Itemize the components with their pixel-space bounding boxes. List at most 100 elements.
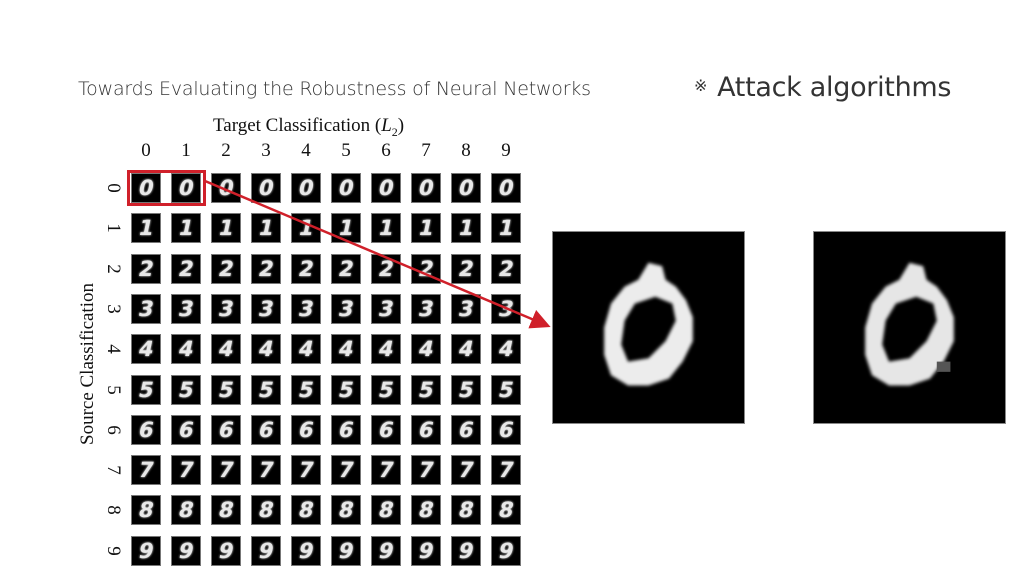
digit-glyph: 8 [296,498,316,523]
digit-cell: 9 [491,535,521,566]
digit-glyph: 6 [336,417,356,442]
digit-glyph: 3 [136,296,156,321]
source-label-3: 3 [103,304,124,314]
section-heading-text: Attack algorithms [717,72,952,103]
zoomed-original-image [552,231,745,424]
digit-glyph: 3 [176,296,196,321]
target-label-7: 7 [421,140,431,161]
digit-glyph: 2 [456,256,476,281]
digit-glyph: 6 [176,417,196,442]
digit-cell: 3 [331,293,361,324]
digit-cell: 7 [211,455,241,486]
digit-glyph: 1 [456,216,476,241]
digit-cell: 6 [131,414,161,445]
digit-glyph: 1 [256,216,276,241]
digit-zero-original [553,232,744,423]
digit-glyph: 0 [336,176,356,200]
digit-glyph: 1 [296,216,316,241]
digit-glyph: 7 [376,458,396,483]
digit-glyph: 9 [416,538,436,563]
digit-glyph: 8 [256,498,276,523]
digit-cell: 9 [411,535,441,566]
digit-cell: 3 [171,293,201,324]
digit-glyph: 2 [256,256,276,281]
digit-cell: 8 [251,495,281,526]
digit-cell: 4 [451,334,481,365]
target-label-0: 0 [141,140,151,161]
digit-cell: 3 [411,293,441,324]
digit-cell: 5 [171,374,201,405]
digit-glyph: 3 [296,296,316,321]
digit-glyph: 7 [296,458,316,483]
digit-cell: 1 [211,213,241,244]
digit-glyph: 8 [176,498,196,523]
digit-cell: 1 [451,213,481,244]
digit-glyph: 5 [416,377,436,402]
digit-glyph: 1 [496,216,516,241]
digit-cell: 3 [131,293,161,324]
digit-cell: 9 [331,535,361,566]
digit-cell: 6 [211,414,241,445]
digit-glyph: 8 [456,498,476,523]
target-label-8: 8 [461,140,471,161]
digit-glyph: 9 [136,538,156,563]
digit-cell: 1 [251,213,281,244]
digit-glyph: 6 [136,417,156,442]
source-label-2: 2 [103,263,124,274]
target-label-2: 2 [221,140,231,161]
digit-cell: 5 [251,374,281,405]
digit-cell: 4 [291,334,321,365]
digit-glyph: 7 [496,458,516,483]
target-label-4: 4 [301,140,311,161]
digit-cell: 5 [411,374,441,405]
digit-glyph: 8 [136,498,156,523]
digit-cell: 6 [371,414,401,445]
digit-glyph: 5 [176,377,196,402]
reference-mark-icon: ※ [694,76,708,95]
digit-glyph: 0 [296,176,316,200]
digit-glyph: 4 [456,337,476,362]
target-label-1: 1 [181,140,191,161]
digit-cell: 2 [451,253,481,284]
digit-glyph: 8 [216,498,236,523]
digit-cell: 1 [171,213,201,244]
digit-glyph: 9 [256,538,276,563]
figure-y-axis-title: Source Classification [77,283,98,445]
digit-glyph: 5 [456,377,476,402]
digit-glyph: 6 [416,417,436,442]
digit-glyph: 5 [376,377,396,402]
digit-cell: 9 [211,535,241,566]
digit-glyph: 5 [216,377,236,402]
digit-glyph: 5 [256,377,276,402]
digit-cell: 8 [291,495,321,526]
digit-cell: 7 [171,455,201,486]
digit-glyph: 8 [416,498,436,523]
digit-cell: 1 [411,213,441,244]
digit-glyph: 1 [136,216,156,241]
digit-glyph: 9 [456,538,476,563]
digit-cell: 7 [131,455,161,486]
digit-cell: 8 [131,495,161,526]
digit-glyph: 0 [376,176,396,200]
digit-cell: 5 [451,374,481,405]
figure-x-axis-title: Target Classification (L2) [213,115,405,139]
digit-cell: 8 [331,495,361,526]
digit-cell: 9 [291,535,321,566]
digit-cell: 4 [171,334,201,365]
digit-glyph: 3 [496,296,516,321]
digit-glyph: 4 [136,337,156,362]
digit-cell: 2 [171,253,201,284]
digit-glyph: 6 [296,417,316,442]
digit-glyph: 7 [416,458,436,483]
source-label-7: 7 [103,465,124,475]
digit-cell: 6 [451,414,481,445]
digit-glyph: 5 [136,377,156,402]
digit-glyph: 8 [496,498,516,523]
digit-glyph: 2 [136,256,156,281]
digit-glyph: 9 [176,538,196,563]
digit-cell: 9 [171,535,201,566]
zoomed-adversarial-image [813,231,1006,424]
digit-glyph: 0 [496,176,516,200]
digit-glyph: 0 [456,176,476,200]
digit-cell: 2 [331,253,361,284]
